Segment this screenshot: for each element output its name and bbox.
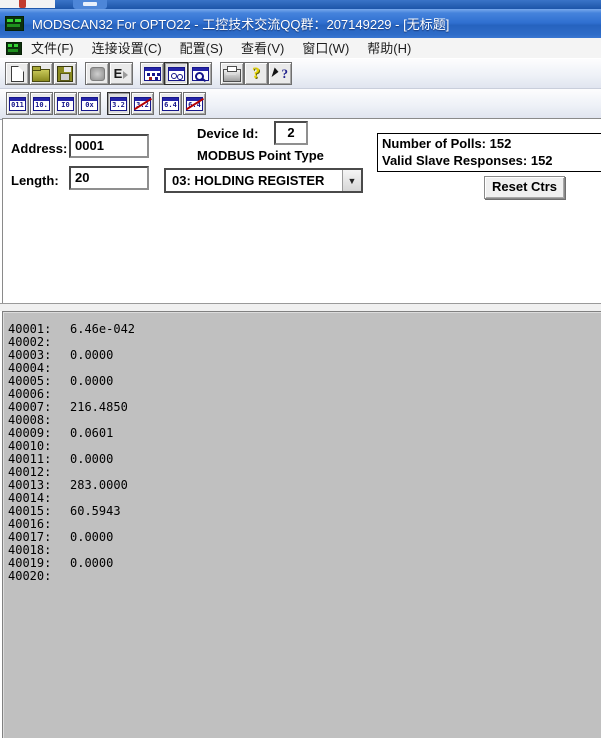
binary-format-button[interactable]: 011 [6,92,29,115]
register-row[interactable]: 40011:0.0000 [8,453,601,466]
message-view-button[interactable] [188,62,212,85]
length-input[interactable]: 20 [69,166,149,190]
length-label: Length: [11,173,59,188]
responses-count: Valid Slave Responses: 152 [382,152,601,169]
menu-item-view[interactable]: 查看(V) [232,39,293,58]
register-row[interactable]: 40020: [8,570,601,583]
float-format-button[interactable]: 3.2 [107,92,130,115]
background-window-fragment [0,0,55,8]
register-value: 60.5943 [70,505,121,518]
point-type-value: 03: HOLDING REGISTER [166,173,342,188]
register-row[interactable]: 40001:6.46e-042 [8,323,601,336]
register-row[interactable]: 40015:60.5943 [8,505,601,518]
menu-item-window[interactable]: 窗口(W) [293,39,358,58]
hex-format-icon: 0x [81,97,98,111]
decimal-format-button[interactable]: 10. [30,92,53,115]
background-red-icon [19,0,26,8]
modscan32-window: MODSCAN32 For OPTO22 - 工控技术交流QQ群：2071492… [0,0,601,738]
format-toolbar: 011 10. I0 0x 3.2 3.2 6.4 6.4 [0,88,601,120]
decimal-format-icon: 10. [33,97,50,111]
chevron-down-icon[interactable]: ▼ [342,170,361,191]
menu-item-help[interactable]: 帮助(H) [358,39,420,58]
address-input[interactable]: 0001 [69,134,149,158]
child-window-icon[interactable] [6,42,22,55]
help-button[interactable]: ? [244,62,268,85]
traffic-view-icon [144,67,161,81]
save-file-button[interactable] [53,62,77,85]
save-icon [57,66,73,82]
swapped-double-format-icon: 6.4 [186,97,203,111]
float-format-icon: 3.2 [110,97,127,111]
register-value: 0.0000 [70,557,113,570]
menu-item-setup[interactable]: 配置(S) [171,39,232,58]
context-help-button[interactable] [268,62,292,85]
register-row[interactable]: 40009:0.0601 [8,427,601,440]
integer-format-button[interactable]: I0 [54,92,77,115]
message-view-icon [192,67,209,81]
window-title: MODSCAN32 For OPTO22 - 工控技术交流QQ群：2071492… [32,14,449,33]
point-type-select[interactable]: 03: HOLDING REGISTER ▼ [164,168,363,193]
menu-bar: 文件(F) 连接设置(C) 配置(S) 查看(V) 窗口(W) 帮助(H) [0,38,601,59]
integer-format-icon: I0 [57,97,74,111]
open-file-button[interactable] [29,62,53,85]
poll-definition-panel: Address: 0001 Length: 20 Device Id: 2 MO… [2,118,601,303]
new-file-button[interactable] [5,62,29,85]
register-value: 0.0000 [70,531,113,544]
polls-count: Number of Polls: 152 [382,135,601,152]
register-value: 6.46e-042 [70,323,135,336]
hex-format-button[interactable]: 0x [78,92,101,115]
connection-button [85,62,109,85]
open-folder-icon [32,69,50,82]
register-value: 0.0000 [70,349,113,362]
quick-connect-button[interactable]: E [109,62,133,85]
register-value: 283.0000 [70,479,128,492]
background-window-strip [0,0,601,9]
device-id-label: Device Id: [197,126,258,141]
point-type-label: MODBUS Point Type [197,148,324,163]
register-row[interactable]: 40005:0.0000 [8,375,601,388]
poll-stats-box: Number of Polls: 152 Valid Slave Respons… [377,133,601,172]
register-row[interactable]: 40019:0.0000 [8,557,601,570]
menu-item-connection[interactable]: 连接设置(C) [83,39,171,58]
swapped-float-format-icon: 3.2 [134,97,151,111]
context-help-icon [272,66,288,82]
double-format-icon: 6.4 [162,97,179,111]
reset-ctrs-button[interactable]: Reset Ctrs [484,176,565,199]
register-row[interactable]: 40007:216.4850 [8,401,601,414]
register-value: 216.4850 [70,401,128,414]
register-row[interactable]: 40013:283.0000 [8,479,601,492]
quick-connect-icon: E [114,67,129,80]
register-value: 0.0601 [70,427,113,440]
traffic-view-button[interactable] [140,62,164,85]
splitter[interactable] [0,303,601,311]
register-data-pane[interactable]: 40001:6.46e-04240002:40003:0.000040004:4… [2,311,601,738]
help-icon: ? [252,66,260,82]
print-icon [223,69,241,82]
connection-icon [90,67,105,81]
register-row[interactable]: 40003:0.0000 [8,349,601,362]
title-bar[interactable]: MODSCAN32 For OPTO22 - 工控技术交流QQ群：2071492… [0,9,601,39]
app-icon[interactable] [5,16,24,31]
main-toolbar: E ? [0,58,601,89]
swapped-float-format-button[interactable]: 3.2 [131,92,154,115]
new-file-icon [11,66,24,82]
address-label: Address: [11,141,67,156]
binary-format-icon: 011 [9,97,26,111]
device-id-input[interactable]: 2 [274,121,308,145]
register-list: 40001:6.46e-04240002:40003:0.000040004:4… [8,323,601,583]
register-value: 0.0000 [70,375,113,388]
data-view-button[interactable] [164,62,188,85]
menu-item-file[interactable]: 文件(F) [22,39,83,58]
swapped-double-format-button[interactable]: 6.4 [183,92,206,115]
background-blue-icon [73,0,107,9]
register-row[interactable]: 40017:0.0000 [8,531,601,544]
double-format-button[interactable]: 6.4 [159,92,182,115]
register-value: 0.0000 [70,453,113,466]
data-view-icon [168,67,185,81]
print-button[interactable] [220,62,244,85]
register-address: 40020: [8,570,70,583]
